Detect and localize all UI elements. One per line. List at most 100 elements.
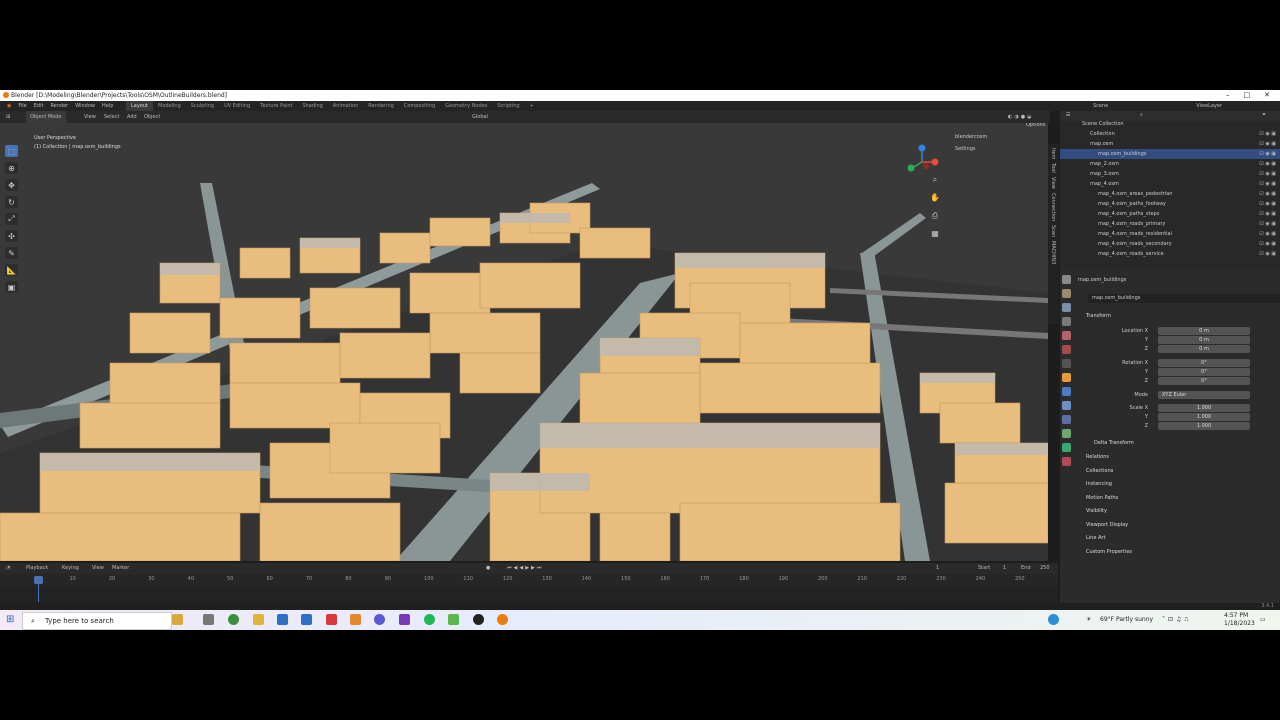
transform-panel-header[interactable]: Transform [1086, 312, 1111, 321]
app-icon[interactable] [350, 614, 361, 625]
rotation-x-field[interactable]: 0° [1158, 359, 1250, 367]
menu-render[interactable]: Render [50, 101, 68, 111]
world-tab-icon[interactable] [1062, 345, 1071, 354]
tab-geometry-nodes[interactable]: Geometry Nodes [440, 101, 492, 111]
visibility-toggle-icon[interactable]: ☑ ◉ ▣ [1259, 249, 1276, 259]
mode-selector[interactable]: Object Mode [26, 111, 66, 123]
property-section-header[interactable]: Instancing [1086, 480, 1112, 489]
scene-collection-row[interactable]: Scene Collection [1060, 119, 1280, 129]
outliner-row[interactable]: map_3.osm ☑ ◉ ▣ [1060, 169, 1280, 179]
property-section-header[interactable]: Viewport Display [1086, 521, 1128, 530]
menu-file[interactable]: File [18, 101, 26, 111]
constraints-tab-icon[interactable] [1062, 429, 1071, 438]
menu-select[interactable]: Select [104, 111, 119, 123]
menu-timeline-view[interactable]: View [92, 563, 104, 574]
outliner-row[interactable]: map_4.osm_roads_service ☑ ◉ ▣ [1060, 249, 1280, 259]
app-purple-icon[interactable] [399, 614, 410, 625]
outliner-row[interactable]: map_4.osm_roads_secondary ☑ ◉ ▣ [1060, 239, 1280, 249]
output-tab-icon[interactable] [1062, 303, 1071, 312]
outliner-row[interactable]: map_4.osm_roads_residential ☑ ◉ ▣ [1060, 229, 1280, 239]
start-frame-field[interactable]: 1 [1003, 563, 1006, 574]
collection-tab-icon[interactable] [1062, 359, 1071, 368]
task-view-icon[interactable] [203, 614, 214, 625]
visibility-toggle-icon[interactable]: ☑ ◉ ▣ [1259, 159, 1276, 169]
outliner-row[interactable]: Collection ☑ ◉ ▣ [1060, 129, 1280, 139]
view-layer-tab-icon[interactable] [1062, 317, 1071, 326]
filter-icon[interactable]: ⏷ [1262, 112, 1266, 118]
widgets-icon[interactable] [172, 614, 183, 625]
camera-view-icon[interactable]: ⎙ [928, 209, 942, 223]
current-frame-field[interactable]: 1 [936, 563, 939, 574]
scene-tab-icon[interactable] [1062, 331, 1071, 340]
outliner-row[interactable]: map_4.osm_areas_pedestrian ☑ ◉ ▣ [1060, 189, 1280, 199]
menu-view[interactable]: View [84, 111, 96, 123]
visibility-toggle-icon[interactable]: ☑ ◉ ▣ [1259, 139, 1276, 149]
menu-marker[interactable]: Marker [112, 563, 129, 574]
menu-object[interactable]: Object [144, 111, 160, 123]
scale-tool-icon[interactable]: ⤢ [5, 213, 18, 225]
onedrive-icon[interactable] [1048, 614, 1059, 625]
menu-keying[interactable]: Keying [62, 563, 79, 574]
pan-hand-icon[interactable]: ✋ [928, 191, 942, 205]
app-green-icon[interactable] [448, 614, 459, 625]
transform-orientation-selector[interactable]: Global [472, 111, 488, 123]
playhead[interactable] [34, 576, 43, 584]
rotation-y-field[interactable]: 0° [1158, 368, 1250, 376]
annotate-tool-icon[interactable]: ✎ [5, 247, 18, 259]
property-section-header[interactable]: Custom Properties [1086, 548, 1132, 557]
particles-tab-icon[interactable] [1062, 401, 1071, 410]
visibility-toggle-icon[interactable]: ☑ ◉ ▣ [1259, 209, 1276, 219]
zoom-icon[interactable]: ⌕ [928, 173, 942, 187]
shading-buttons[interactable]: ◐◑●◒ [1008, 111, 1033, 123]
visibility-toggle-icon[interactable]: ☑ ◉ ▣ [1259, 179, 1276, 189]
options-button[interactable]: Options [1026, 123, 1045, 132]
visibility-toggle-icon[interactable]: ☑ ◉ ▣ [1259, 239, 1276, 249]
menu-window[interactable]: Window [75, 101, 95, 111]
maximize-button[interactable]: □ [1244, 90, 1251, 101]
menu-add[interactable]: Add [127, 111, 137, 123]
object-name-field[interactable]: map.osm_buildings [1088, 294, 1280, 303]
property-section-header[interactable]: Relations [1086, 453, 1109, 462]
windows-start-icon[interactable]: ⊞ [6, 614, 14, 625]
modifier-tab-icon[interactable] [1062, 387, 1071, 396]
visibility-toggle-icon[interactable]: ☑ ◉ ▣ [1259, 199, 1276, 209]
move-tool-icon[interactable]: ✥ [5, 179, 18, 191]
scale-z-field[interactable]: 1.000 [1158, 422, 1250, 430]
minimize-button[interactable]: – [1226, 90, 1230, 101]
store-icon[interactable] [277, 614, 288, 625]
outliner-row[interactable]: map_4.osm_roads_primary ☑ ◉ ▣ [1060, 219, 1280, 229]
visibility-toggle-icon[interactable]: ☑ ◉ ▣ [1259, 149, 1276, 159]
weather-text[interactable]: 69°F Partly sunny [1100, 610, 1153, 630]
scene-selector[interactable]: Scene [1093, 101, 1108, 111]
npanel-settings[interactable]: Settings [955, 143, 976, 156]
visibility-toggle-icon[interactable]: ☑ ◉ ▣ [1259, 189, 1276, 199]
menu-help[interactable]: Help [102, 101, 113, 111]
notification-icon[interactable]: ▭ [1260, 610, 1266, 630]
property-section-header[interactable]: Visibility [1086, 507, 1107, 516]
ortho-grid-icon[interactable]: ▦ [928, 227, 942, 241]
tab-scripting[interactable]: Scripting [492, 101, 524, 111]
location-x-field[interactable]: 0 m [1158, 327, 1250, 335]
location-z-field[interactable]: 0 m [1158, 345, 1250, 353]
blender-menu-icon[interactable]: ◉ [7, 101, 11, 111]
clock-date[interactable]: 1/18/2023 [1224, 614, 1255, 634]
scale-y-field[interactable]: 1.000 [1158, 413, 1250, 421]
add-workspace-button[interactable]: + [525, 101, 539, 111]
rotation-z-field[interactable]: 0° [1158, 377, 1250, 385]
property-section-header[interactable]: Collections [1086, 467, 1113, 476]
transform-tool-icon[interactable]: ✣ [5, 230, 18, 242]
3d-viewport[interactable]: User Perspective (1) Collection | map.os… [0, 123, 1048, 561]
visibility-toggle-icon[interactable]: ☑ ◉ ▣ [1259, 169, 1276, 179]
tab-uv-editing[interactable]: UV Editing [219, 101, 255, 111]
location-y-field[interactable]: 0 m [1158, 336, 1250, 344]
rotation-mode-select[interactable]: XYZ Euler [1158, 391, 1250, 399]
chrome-icon[interactable] [228, 614, 239, 625]
outliner-row[interactable]: map.osm ☑ ◉ ▣ [1060, 139, 1280, 149]
viewlayer-selector[interactable]: ViewLayer [1196, 101, 1222, 111]
property-section-header[interactable]: Motion Paths [1086, 494, 1118, 503]
physics-tab-icon[interactable] [1062, 415, 1071, 424]
visibility-toggle-icon[interactable]: ☑ ◉ ▣ [1259, 219, 1276, 229]
tab-compositing[interactable]: Compositing [399, 101, 440, 111]
outliner-row[interactable]: map_4.osm_paths_steps ☑ ◉ ▣ [1060, 209, 1280, 219]
scale-x-field[interactable]: 1.000 [1158, 404, 1250, 412]
